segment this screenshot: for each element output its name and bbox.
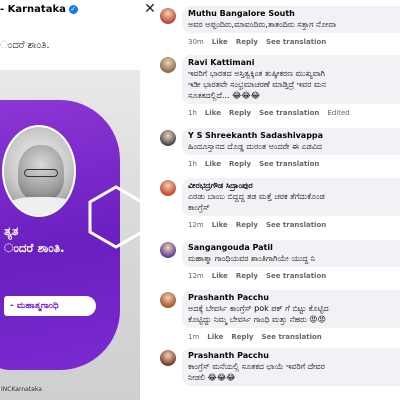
like-button[interactable]: Like [212, 221, 228, 229]
gandhi-portrait [2, 125, 76, 217]
comment-meta: 1h Like Reply See translation Edited [188, 109, 358, 117]
see-translation-button[interactable]: See translation [266, 272, 326, 280]
comment-text: ಎರಡು ಬಾಂಬ ಬಿದ್ದದ್ದ ತಡ ಮತ್ತೆ ಚರಕ ತೆಗೆದುಕೊ… [188, 192, 325, 201]
comment-text: ಇಡೀ ಭಾರತವೇ ಸಂಭ್ರಮಾಚರಣೆ ಮಾಡ್ತಿದ್ರೆ ಇವರ ಮನ [188, 80, 326, 89]
post-header: - Karnataka ✓ [0, 2, 78, 16]
comment-bubble: Y S Shreekanth Sadashivappa ಹಿಂದೂಸ್ತಾನದ ದ… [182, 128, 400, 155]
like-button[interactable]: Like [205, 160, 221, 168]
comment-bubble: Ravi Kattimani ಇವರಿಗೆ ಭಾರತದ ಅಸ್ತಿತ್ವಕ್ಕಿಂ… [182, 55, 400, 104]
watermark: INCKarnataka [1, 386, 42, 393]
comment-text: ಕಾಂಗ್ರೆಸ್ [188, 203, 210, 212]
portrait-glasses [24, 169, 58, 177]
like-button[interactable]: Like [207, 333, 223, 341]
comment-author[interactable]: Prashanth Pacchu [188, 293, 400, 303]
page-name[interactable]: - Karnataka [0, 4, 66, 15]
user-avatar-icon[interactable] [160, 57, 176, 73]
quote-text: ತ್ಯತ ಂದರೆ ಶಾಂತಿ. [4, 223, 65, 257]
like-button[interactable]: Like [205, 109, 221, 117]
close-icon[interactable]: ✕ [143, 2, 157, 16]
comment-bubble: Prashanth Pacchu ಕಾಂಗ್ರೆಸ್ ಮನೆಯಲ್ಲಿ ಸೂತಕದ… [182, 348, 400, 386]
portrait-shawl [4, 197, 74, 215]
see-translation-button[interactable]: See translation [266, 38, 326, 46]
user-avatar-icon[interactable] [160, 292, 176, 308]
comments-panel: Muthu Bangalore South ಅವರ ಅಪ್ಪಂದಿರು,ಮಾವಂದ… [156, 0, 400, 400]
reply-button[interactable]: Reply [236, 272, 258, 280]
comment-time[interactable]: 1h [188, 160, 197, 168]
like-button[interactable]: Like [212, 38, 228, 46]
verified-check-icon: ✓ [68, 4, 78, 14]
post-image[interactable]: ತ್ಯತ ಂದರೆ ಶಾಂತಿ. - ಮಹಾತ್ಮಗಾಂಧಿ INCKarnat… [0, 70, 140, 400]
user-avatar-icon[interactable] [160, 242, 176, 258]
edited-label: Edited [327, 109, 350, 117]
see-translation-button[interactable]: See translation [266, 221, 326, 229]
comment: Prashanth Pacchu ಅದಕ್ಕೆ ಬೇವರ್ಸಿ ಕಾಂಗ್ರೆಸ್… [156, 290, 400, 350]
comment-time[interactable]: 1h [188, 109, 197, 117]
comment-author[interactable]: Prashanth Pacchu [188, 351, 400, 361]
quote-line-1: ತ್ಯತ [4, 224, 19, 238]
comment-meta: 12m Like Reply See translation [188, 272, 334, 280]
comment-text: ಮಹಾತ್ಮಾ ಗಾಂಧಿಯವರ ಶಾಂತಿಗಾಗಿಯೇ ಯುದ್ಧ ನಿ [188, 254, 316, 263]
like-button[interactable]: Like [212, 272, 228, 280]
user-avatar-icon[interactable] [160, 8, 176, 24]
comment-text: ಕಾಂಗ್ರೆಸ್ ಮನೆಯಲ್ಲಿ ಸೂತಕದ ಛಾಯೆ ಇವರಿಗೆ ದೇವ… [188, 362, 325, 371]
see-translation-button[interactable]: See translation [261, 333, 321, 341]
reply-button[interactable]: Reply [229, 160, 251, 168]
comment-text: ಅವರ ಅಪ್ಪಂದಿರು,ಮಾವಂದಿರು,ತಾತಂದಿರು ಸತ್ತಾಗ ನ… [188, 20, 337, 29]
comment-author[interactable]: Muthu Bangalore South [188, 9, 400, 19]
user-avatar-icon[interactable] [160, 350, 176, 366]
reply-button[interactable]: Reply [231, 333, 253, 341]
reply-button[interactable]: Reply [229, 109, 251, 117]
comment-text: ಕೊಟ್ಟಿದ್ದು ನಿಮ್ಮ ಬೇವರ್ಸಿ ಗಾಂಧಿ ಮತ್ತು ನೆಹ… [188, 315, 326, 324]
post-panel: - Karnataka ✓ ಂದರೆ ಶಾಂತಿ. ತ್ಯತ ಂದರೆ ಶಾಂತ… [0, 0, 140, 400]
comment: Prashanth Pacchu ಕಾಂಗ್ರೆಸ್ ಮನೆಯಲ್ಲಿ ಸೂತಕದ… [156, 348, 400, 400]
comment-bubble: Muthu Bangalore South ಅವರ ಅಪ್ಪಂದಿರು,ಮಾವಂದ… [182, 6, 400, 33]
comment-time[interactable]: 1m [188, 333, 199, 341]
comment-bubble: ವೀರಭದ್ರಗೌಡ ಸಿದ್ರಾಂಪುರ ಎರಡು ಬಾಂಬ ಬಿದ್ದದ್ದ … [182, 178, 400, 216]
hexagon-outline-icon [88, 185, 140, 249]
see-translation-button[interactable]: See translation [259, 109, 319, 117]
reply-button[interactable]: Reply [236, 221, 258, 229]
comment-author[interactable]: ವೀರಭದ್ರಗೌಡ ಸಿದ್ರಾಂಪುರ [188, 181, 400, 191]
quote-line-2: ಂದರೆ ಶಾಂತಿ. [4, 241, 65, 255]
see-translation-button[interactable]: See translation [259, 160, 319, 168]
comment-bubble: Prashanth Pacchu ಅದಕ್ಕೆ ಬೇವರ್ಸಿ ಕಾಂಗ್ರೆಸ್… [182, 290, 400, 328]
comment-text: ಅದಕ್ಕೆ ಬೇವರ್ಸಿ ಕಾಂಗ್ರೆಸ್ pok ಪಕ್ ಗೆ ಬಿಟ್… [188, 304, 329, 313]
post-caption: ಂದರೆ ಶಾಂತಿ. [0, 40, 50, 51]
comment-author[interactable]: Ravi Kattimani [188, 58, 400, 68]
comment-meta: 12m Like Reply See translation [188, 221, 334, 229]
comment-bubble: Sangangouda Patil ಮಹಾತ್ಮಾ ಗಾಂಧಿಯವರ ಶಾಂತಿಗ… [182, 240, 400, 267]
comment: Ravi Kattimani ಇವರಿಗೆ ಭಾರತದ ಅಸ್ತಿತ್ವಕ್ಕಿಂ… [156, 55, 400, 117]
comment-meta: 1m Like Reply See translation [188, 333, 330, 341]
comment-meta: 30m Like Reply See translation [188, 38, 334, 46]
comment-author[interactable]: Y S Shreekanth Sadashivappa [188, 131, 400, 141]
comment: ವೀರಭದ್ರಗೌಡ ಸಿದ್ರಾಂಪುರ ಎರಡು ಬಾಂಬ ಬಿದ್ದದ್ದ … [156, 178, 400, 238]
comment-time[interactable]: 12m [188, 221, 204, 229]
comment-meta: 1h Like Reply See translation [188, 160, 327, 168]
user-avatar-icon[interactable] [160, 130, 176, 146]
comment-time[interactable]: 30m [188, 38, 204, 46]
comment-text: ನೀಡಲಿ 😂😂😂 [188, 373, 236, 382]
comment-text: ಸೂತಕದಲ್ಲಿದೆ... 😂😂😂 [188, 91, 261, 100]
quote-author-label: - ಮಹಾತ್ಮಗಾಂಧಿ [4, 296, 96, 316]
comment-time[interactable]: 12m [188, 272, 204, 280]
comment-text: ಹಿಂದೂಸ್ತಾನದ ದೊಡ್ಡ ದುರಂತ ಅಂದರೇ ಈ ಎಡವಿದ [188, 142, 323, 151]
user-avatar-icon[interactable] [160, 180, 176, 196]
comment-author[interactable]: Sangangouda Patil [188, 243, 400, 253]
reply-button[interactable]: Reply [236, 38, 258, 46]
comment-text: ಇವರಿಗೆ ಭಾರತದ ಅಸ್ತಿತ್ವಕ್ಕಿಂತ ತುಷ್ಠೀಕರಣ ಮು… [188, 69, 325, 78]
